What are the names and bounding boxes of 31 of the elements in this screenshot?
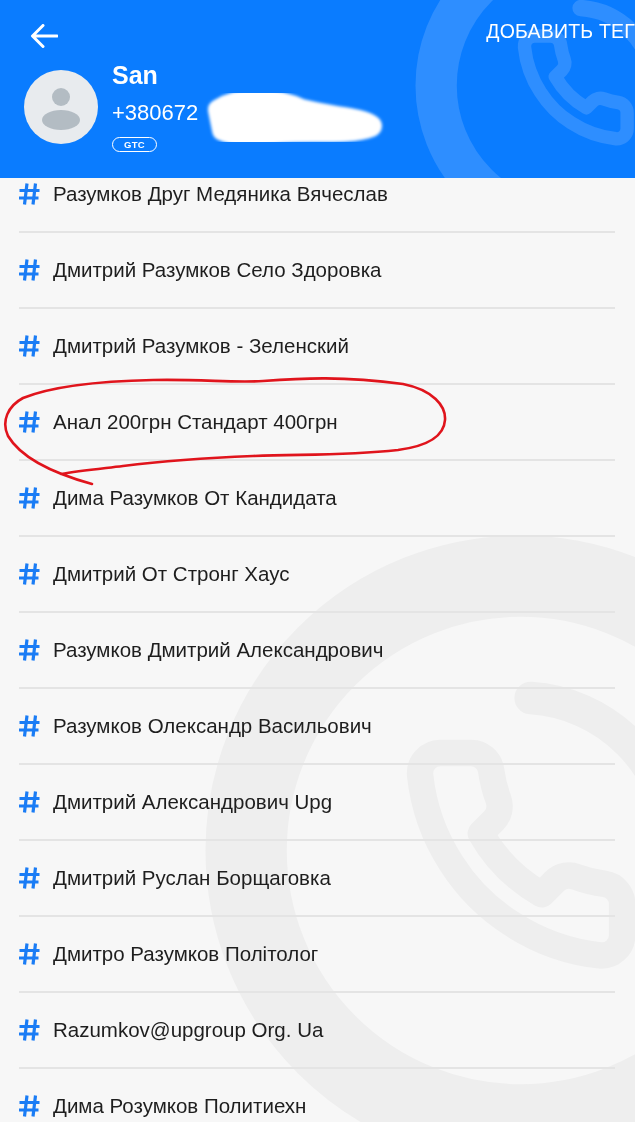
hash-icon — [19, 1095, 40, 1117]
tag-item[interactable]: Razumkov@upgroup Org. Ua — [19, 993, 615, 1069]
tag-item[interactable]: Дмитрий Разумков - Зеленский — [19, 309, 615, 385]
tag-item[interactable]: Разумков Олександр Васильович — [19, 689, 615, 765]
hash-icon — [19, 791, 40, 813]
back-arrow-icon — [30, 24, 58, 48]
tag-item[interactable]: Анал 200грн Стандарт 400грн — [19, 385, 615, 461]
hash-icon — [19, 639, 40, 661]
tag-item[interactable]: Разумков Друг Медяника Вячеслав — [19, 178, 615, 233]
tag-item[interactable]: Дмитрий От Стронг Хаус — [19, 537, 615, 613]
hash-icon — [19, 183, 40, 205]
contact-name: San — [112, 60, 158, 90]
tag-item[interactable]: Дмитрий Руслан Борщаговка — [19, 841, 615, 917]
hash-icon — [19, 411, 40, 433]
contact-phone: +380672 — [112, 99, 199, 127]
tag-item[interactable]: Дмитрий Александрович Upg — [19, 765, 615, 841]
hash-icon — [19, 335, 40, 357]
avatar-placeholder-icon — [24, 70, 98, 144]
tag-item[interactable]: Дмитрий Разумков Село Здоровка — [19, 233, 615, 309]
tag-item[interactable]: Дмитро Разумков Політолог — [19, 917, 615, 993]
hash-icon — [19, 563, 40, 585]
tag-item[interactable]: Разумков Дмитрий Александрович — [19, 613, 615, 689]
hash-icon — [19, 1019, 40, 1041]
tag-item[interactable]: Дима Разумков От Кандидата — [19, 461, 615, 537]
tag-item[interactable]: Дима Розумков Политиехн — [19, 1069, 615, 1122]
hash-icon — [19, 943, 40, 965]
hash-icon — [19, 715, 40, 737]
hash-icon — [19, 487, 40, 509]
hash-icon — [19, 259, 40, 281]
hash-icon — [19, 867, 40, 889]
add-tag-button[interactable]: ДОБАВИТЬ ТЕГ — [486, 20, 635, 42]
